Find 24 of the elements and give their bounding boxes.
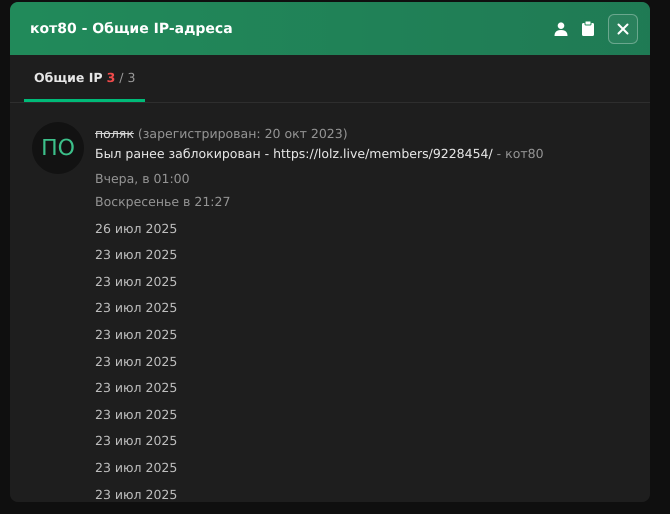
clipboard-icon[interactable] xyxy=(582,21,594,36)
date-text: 23 июл 2025 xyxy=(95,460,178,476)
date-text: 26 июл 2025 xyxy=(95,220,178,237)
window-title: кот80 - Общие IP-адреса xyxy=(30,20,234,36)
date-text: 23 июл 2025 xyxy=(95,326,178,343)
date-text: 23 июл 2025 xyxy=(95,380,178,396)
user-icon[interactable] xyxy=(554,22,568,36)
close-icon xyxy=(617,22,629,34)
username-link[interactable]: поляк xyxy=(95,124,134,144)
date-text: Вчера, в 01:00 xyxy=(95,171,191,187)
registration-date: (зарегистрирован: 20 окт 2023) xyxy=(138,125,348,143)
date-text: 23 июл 2025 xyxy=(95,354,178,370)
close-button[interactable] xyxy=(608,14,638,44)
avatar: ПО xyxy=(32,122,84,174)
date-text: 23 июл 2025 xyxy=(95,274,178,290)
date-text: Воскресенье в 21:27 xyxy=(95,194,232,210)
ban-note: Был ранее заблокирован - https://lolz.live/members/9228454/ - кот80 xyxy=(95,145,544,163)
date-text: 23 июл 2025 xyxy=(95,300,178,316)
date-text: 23 июл 2025 xyxy=(95,486,178,502)
date-text: 23 июл 2025 xyxy=(95,247,178,264)
profile-link[interactable]: https://lolz.live/members/9228454/ xyxy=(273,146,493,161)
date-text: 23 июл 2025 xyxy=(95,406,178,423)
tab[interactable]: Общие IP 3 / 3 xyxy=(24,55,146,102)
date-text: 23 июл 2025 xyxy=(95,433,178,450)
